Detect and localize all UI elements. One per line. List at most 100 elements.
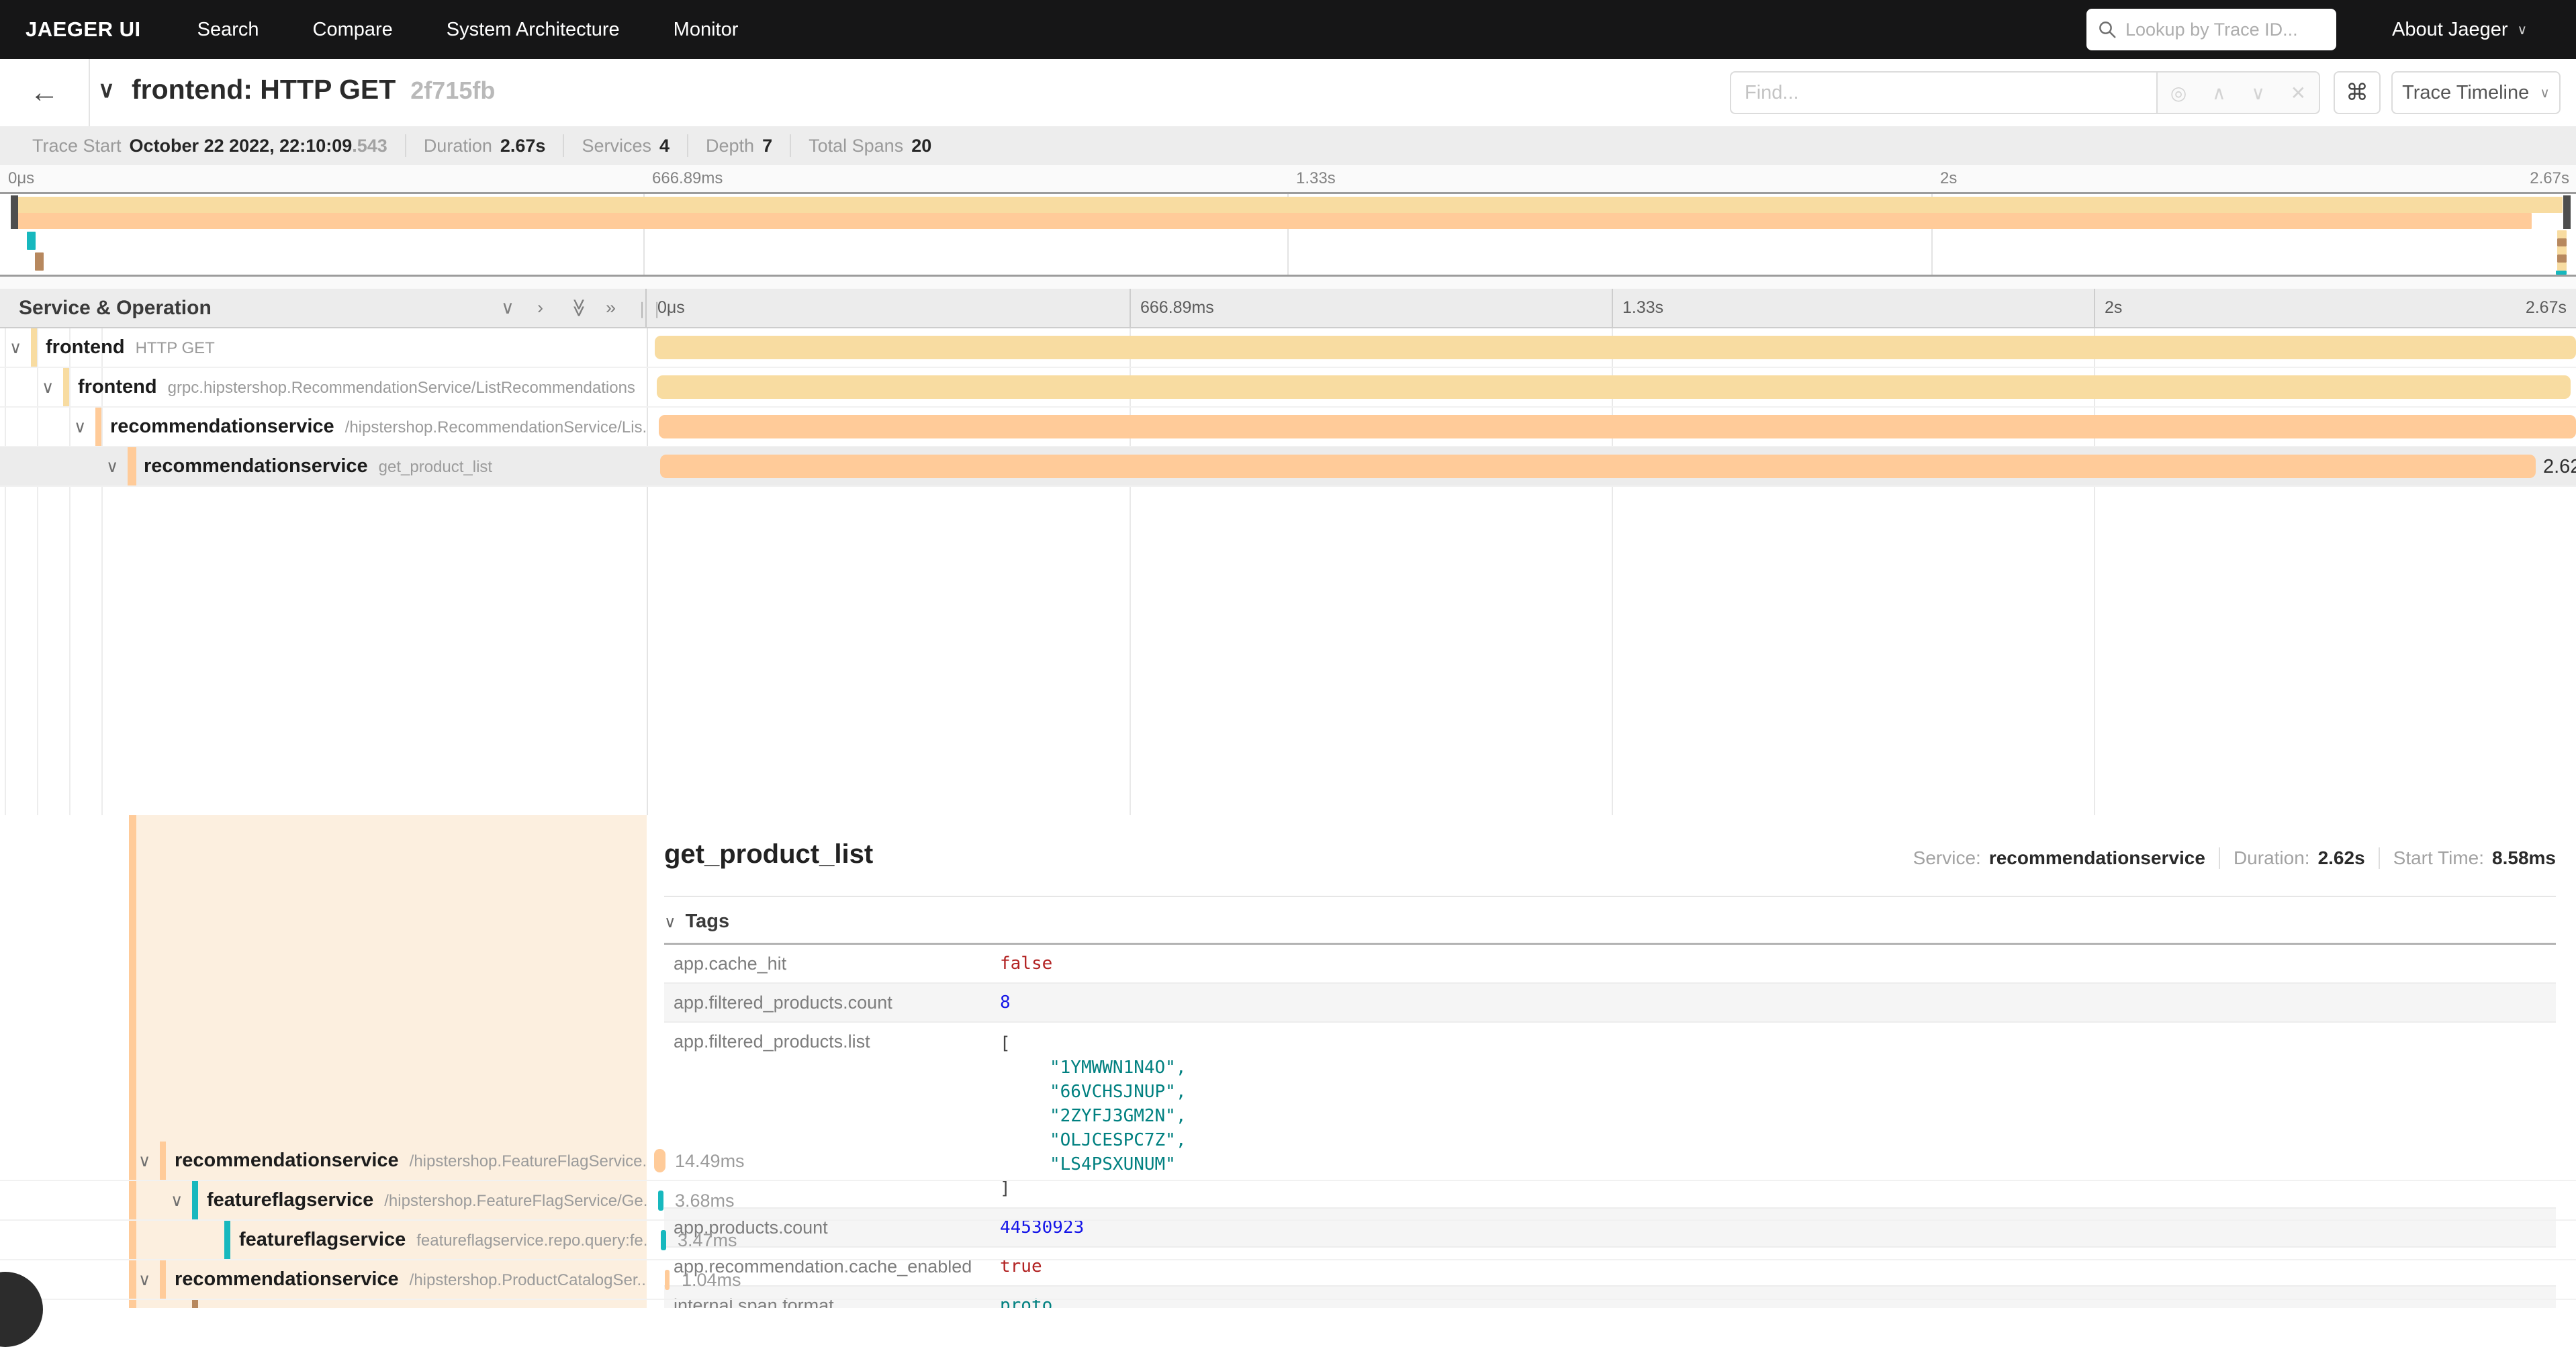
meta-start-time: Start Time:8.58ms xyxy=(2380,847,2556,869)
trace-view-selector[interactable]: Trace Timeline ∨ xyxy=(2391,71,2561,114)
minimap-tick: 1.33s xyxy=(1296,169,1336,188)
span-row-featureflag-grpc[interactable]: ∨ featureflagservice/hipstershop.Feature… xyxy=(0,1181,2576,1221)
minimap-left-scrubber[interactable] xyxy=(11,195,18,229)
minimap-span-end xyxy=(2556,271,2567,275)
operation-name: featureflagservice.repo.query:fe... xyxy=(416,1232,647,1250)
service-color-bar xyxy=(160,1142,166,1180)
trace-id-lookup-input[interactable] xyxy=(2125,19,2327,40)
stat-services: Services 4 xyxy=(564,134,688,157)
span-detail-meta: Service:recommendationservice Duration:2… xyxy=(1900,847,2556,869)
span-bar[interactable] xyxy=(661,1230,666,1250)
span-row-recommendation-featureflag[interactable]: ∨ recommendationservice/hipstershop.Feat… xyxy=(0,1142,2576,1181)
span-row-get-product-list-selected[interactable]: ∨ recommendationserviceget_product_list … xyxy=(0,447,2576,487)
chevron-down-icon: ∨ xyxy=(2540,85,2550,101)
span-name-cell[interactable]: ∨ recommendationserviceget_product_list xyxy=(0,447,647,485)
span-duration-label: 1.04ms xyxy=(682,1270,741,1291)
chevron-down-icon[interactable]: ∨ xyxy=(138,1270,150,1290)
span-row-frontend-http-get[interactable]: ∨ frontendHTTP GET xyxy=(0,328,2576,368)
trace-id-lookup-box[interactable] xyxy=(2086,9,2336,50)
nav-item-monitor[interactable]: Monitor xyxy=(647,19,766,41)
tag-key: app.filtered_products.list xyxy=(664,1023,1000,1052)
trace-view-selector-label: Trace Timeline xyxy=(2402,82,2529,104)
span-name-cell[interactable]: ∨ recommendationservice/hipstershop.Reco… xyxy=(0,408,647,446)
expand-all-icon[interactable]: » xyxy=(606,297,616,318)
keyboard-shortcuts-button[interactable]: ⌘ xyxy=(2334,71,2381,114)
search-icon xyxy=(2097,19,2117,40)
span-row-partial[interactable] xyxy=(0,1300,2576,1308)
service-name: featureflagservice xyxy=(239,1229,406,1250)
minimap-span-band-recommendation xyxy=(17,213,2532,229)
tag-key: app.filtered_products.count xyxy=(664,984,1000,1013)
span-row-featureflag-repo-query[interactable]: featureflagservice featureflagservice.rep… xyxy=(0,1221,2576,1260)
span-name-cell[interactable]: ∨ frontendHTTP GET xyxy=(0,328,647,367)
span-name-cell[interactable]: ∨ recommendationservice/hipstershop.Feat… xyxy=(0,1142,647,1180)
service-name: recommendationservice xyxy=(175,1150,399,1171)
minimap-canvas[interactable] xyxy=(0,192,2576,277)
chevron-down-icon[interactable]: ∨ xyxy=(138,1151,150,1171)
trace-title-text: frontend: HTTP GET xyxy=(132,74,396,105)
span-bar[interactable] xyxy=(659,415,2576,438)
span-name-cell[interactable]: ∨ frontendgrpc.hipstershop.Recommendatio… xyxy=(0,368,647,406)
chevron-down-icon[interactable]: ∨ xyxy=(9,338,21,358)
list-item: "2ZYFJ3GM2N", xyxy=(1000,1104,1187,1128)
back-button[interactable]: ← xyxy=(0,59,90,126)
service-operation-label: Service & Operation xyxy=(19,297,212,320)
span-row-recommendation-grpc[interactable]: ∨ recommendationservice/hipstershop.Reco… xyxy=(0,408,2576,447)
collapse-one-icon[interactable]: ∨ xyxy=(501,297,514,318)
span-name-cell[interactable]: ∨ recommendationservice/hipstershop.Prod… xyxy=(0,1260,647,1299)
chevron-down-icon[interactable]: ∨ xyxy=(171,1191,183,1211)
span-row-recommendation-productcatalog[interactable]: ∨ recommendationservice/hipstershop.Prod… xyxy=(0,1260,2576,1300)
meta-service: Service:recommendationservice xyxy=(1900,847,2220,869)
timeline-header-gridline xyxy=(1130,289,1131,327)
service-operation-header-cell: Service & Operation ∨ › ≫ » ❘❘ xyxy=(0,289,647,327)
span-name-cell[interactable] xyxy=(0,1300,647,1308)
operation-name: /hipstershop.ProductCatalogSer... xyxy=(410,1271,647,1289)
span-bar[interactable] xyxy=(658,1191,663,1211)
chevron-down-icon[interactable]: ∨ xyxy=(74,417,86,437)
tag-value: 8 xyxy=(1000,984,1011,1013)
nav-item-search[interactable]: Search xyxy=(171,19,286,41)
span-bar[interactable] xyxy=(655,336,2576,359)
chevron-down-icon[interactable]: ∨ xyxy=(106,457,118,477)
minimap-span-productcatalog xyxy=(35,252,44,271)
span-bar[interactable] xyxy=(660,455,2536,478)
tag-row: app.filtered_products.count 8 xyxy=(664,984,2556,1023)
minimap-right-scrubber[interactable] xyxy=(2563,195,2571,229)
collapse-trace-chevron-icon[interactable]: ∨ xyxy=(98,77,115,103)
service-color-bar xyxy=(63,368,69,406)
timeline-tick: 2s xyxy=(2105,298,2122,318)
service-name: frontend xyxy=(78,376,157,398)
span-row-frontend-grpc[interactable]: ∨ frontendgrpc.hipstershop.Recommendatio… xyxy=(0,368,2576,408)
service-name: recommendationservice xyxy=(175,1268,399,1290)
timeline-tick: 2.67s xyxy=(2526,298,2567,318)
span-bar[interactable] xyxy=(665,1270,670,1290)
collapse-all-icon[interactable]: ≫ xyxy=(569,297,588,318)
span-bar[interactable] xyxy=(654,1149,665,1172)
nav-item-system-architecture[interactable]: System Architecture xyxy=(420,19,647,41)
trace-header: ← ∨ frontend: HTTP GET2f715fb ◎ ∧ ∨ ✕ ⌘ … xyxy=(0,59,2576,126)
tag-row: app.cache_hit false xyxy=(664,945,2556,984)
next-match-icon[interactable]: ∨ xyxy=(2251,82,2265,104)
focus-match-icon[interactable]: ◎ xyxy=(2170,82,2187,104)
detail-divider xyxy=(664,896,2556,897)
span-name-cell[interactable]: featureflagservice featureflagservice.rep… xyxy=(0,1221,647,1259)
nav-item-compare[interactable]: Compare xyxy=(286,19,420,41)
service-name: frontend xyxy=(46,336,125,358)
tags-section-toggle[interactable]: ∨Tags xyxy=(664,911,729,933)
about-jaeger-label: About Jaeger xyxy=(2392,19,2508,41)
expand-one-icon[interactable]: › xyxy=(537,297,543,318)
span-bar[interactable] xyxy=(657,375,2571,399)
service-color-bar xyxy=(128,447,136,485)
timeline-header-gridline xyxy=(1612,289,1613,327)
list-item: "1YMWWN1N4O", xyxy=(1000,1056,1187,1080)
prev-match-icon[interactable]: ∧ xyxy=(2212,82,2226,104)
span-name-cell[interactable]: ∨ featureflagservice/hipstershop.Feature… xyxy=(0,1181,647,1219)
chevron-down-icon[interactable]: ∨ xyxy=(42,377,54,398)
span-duration-label: 3.68ms xyxy=(675,1191,735,1211)
find-input[interactable] xyxy=(1730,71,2156,114)
trace-minimap: 0μs 666.89ms 1.33s 2s 2.67s xyxy=(0,165,2576,289)
clear-find-icon[interactable]: ✕ xyxy=(2291,82,2306,104)
about-jaeger-menu[interactable]: About Jaeger ∨ xyxy=(2392,0,2527,59)
operation-name: /hipstershop.FeatureFlagService... xyxy=(410,1152,647,1170)
span-rows-area: ∨ frontendHTTP GET ∨ frontendgrpc.hipste… xyxy=(0,328,2576,1308)
